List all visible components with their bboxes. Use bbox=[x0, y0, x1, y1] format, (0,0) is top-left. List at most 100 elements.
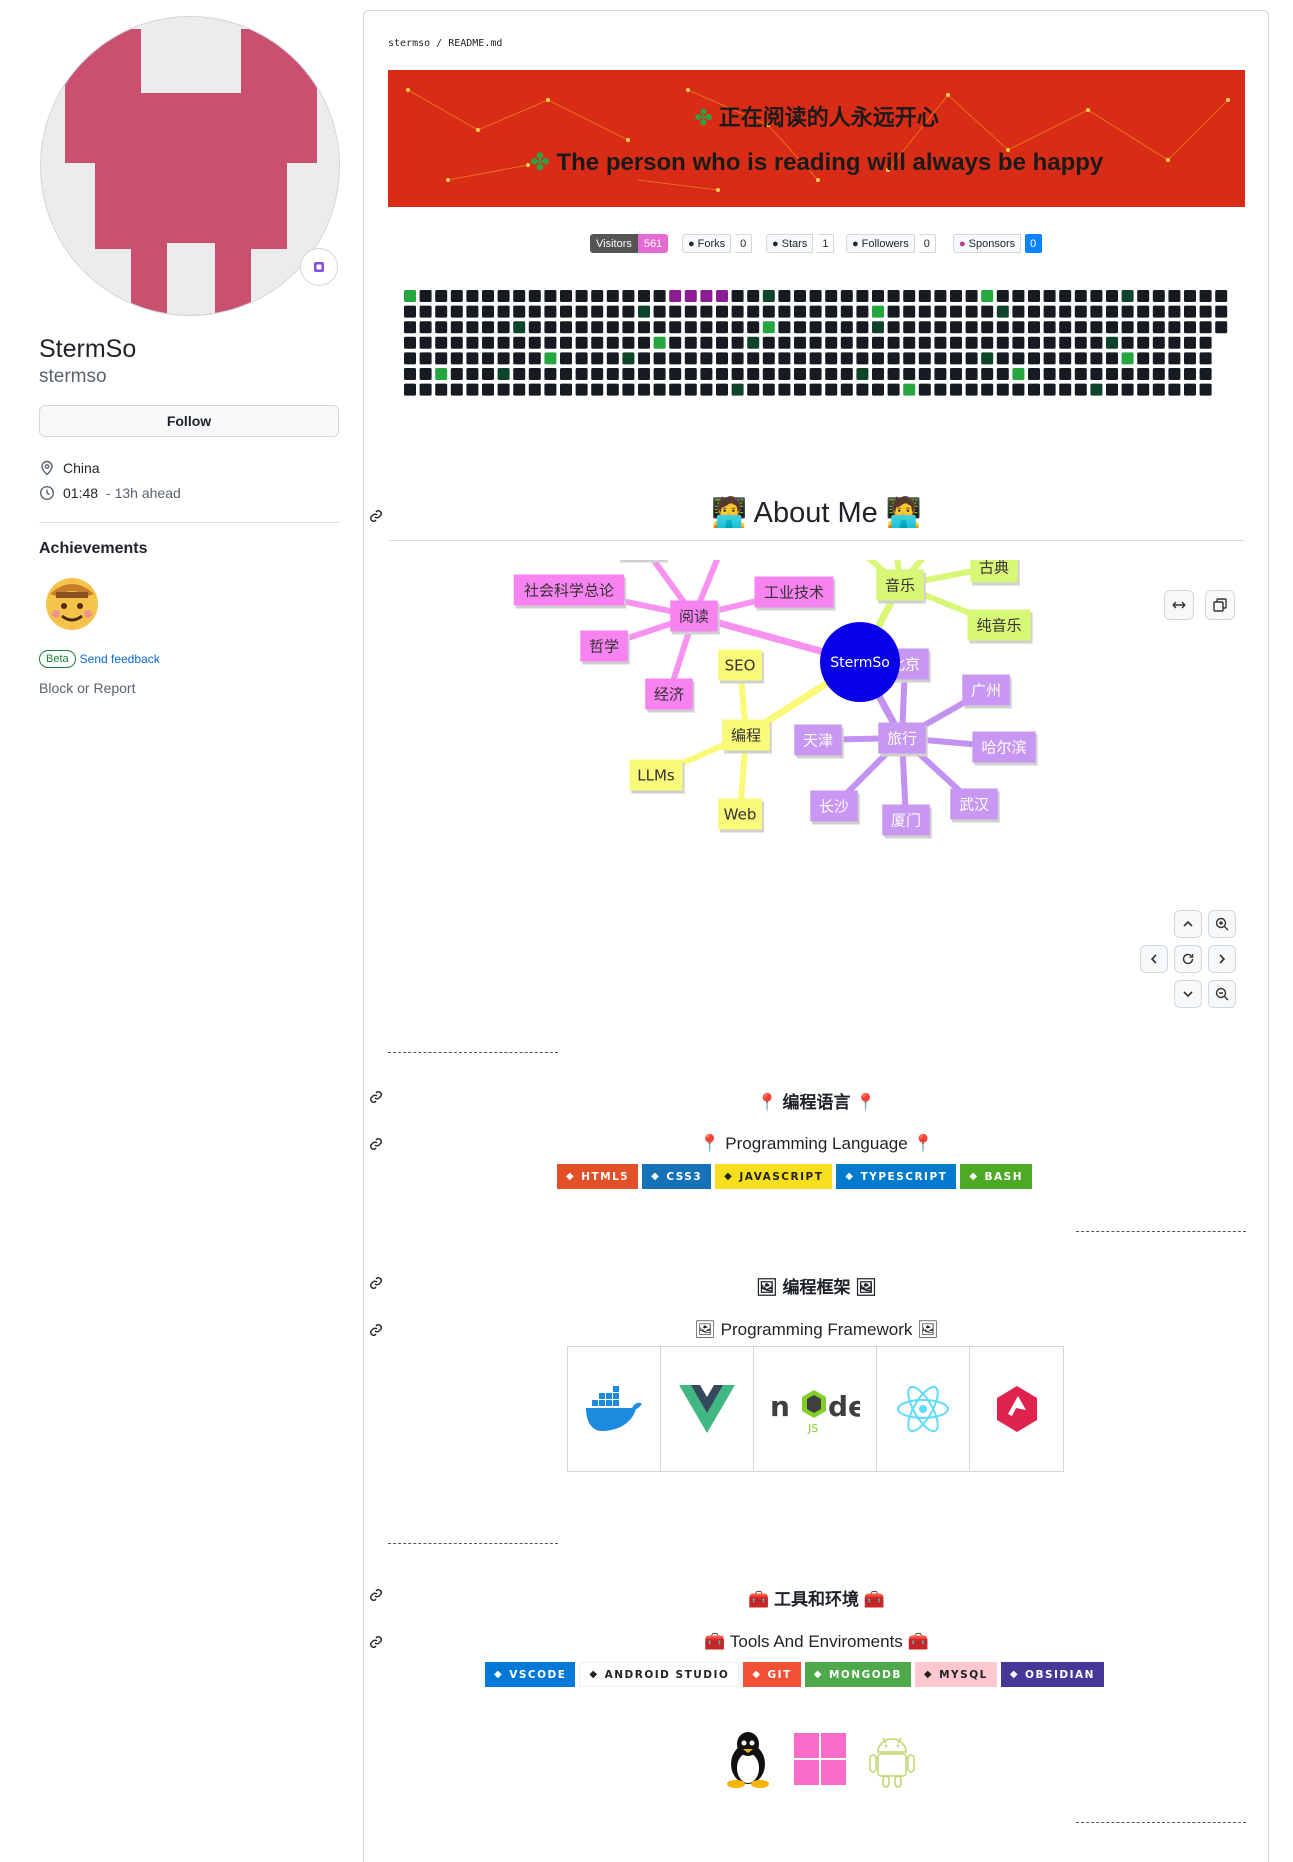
sponsors-badge[interactable]: ● Sponsors 0 bbox=[953, 234, 1043, 253]
contribution-cell bbox=[513, 352, 526, 365]
zoom-out-icon[interactable] bbox=[1208, 980, 1236, 1008]
mindmap-node[interactable]: LLMs bbox=[629, 759, 685, 794]
link-icon[interactable] bbox=[368, 1136, 384, 1152]
expand-icon[interactable] bbox=[1164, 590, 1194, 620]
mindmap-node-label: 纯音乐 bbox=[976, 616, 1021, 634]
contribution-cell bbox=[809, 305, 822, 318]
contribution-cell bbox=[497, 368, 510, 380]
send-feedback-link[interactable]: Send feedback bbox=[80, 652, 160, 666]
mindmap-node[interactable]: 经济 bbox=[645, 678, 695, 713]
mindmap-node[interactable]: 编程 bbox=[722, 719, 772, 754]
pan-right-icon[interactable] bbox=[1208, 945, 1236, 973]
readme-breadcrumb[interactable]: stermso / README.md bbox=[388, 38, 502, 49]
mindmap-node[interactable]: 哲学 bbox=[580, 630, 630, 665]
badge-android-studio[interactable]: ◆ ANDROID STUDIO bbox=[579, 1662, 740, 1687]
framed-picture-icon: 🖼 bbox=[694, 1320, 716, 1339]
docker-icon[interactable] bbox=[568, 1347, 661, 1471]
link-icon[interactable] bbox=[368, 508, 384, 524]
achievement-badge[interactable] bbox=[42, 572, 102, 632]
badge-html5[interactable]: ◆ HTML5 bbox=[557, 1164, 639, 1189]
stars-badge[interactable]: ● Stars 1 bbox=[766, 234, 835, 253]
mindmap-node[interactable]: 阅读 bbox=[670, 600, 720, 635]
contribution-cell bbox=[825, 352, 838, 365]
mindmap-node[interactable]: 广州 bbox=[962, 674, 1012, 709]
contribution-cell bbox=[1215, 321, 1228, 334]
forks-badge[interactable]: ● Forks 0 bbox=[682, 234, 753, 253]
badge-javascript[interactable]: ◆ JAVASCRIPT bbox=[715, 1164, 833, 1189]
mindmap-node[interactable]: SEO bbox=[718, 649, 764, 684]
contribution-cell bbox=[653, 383, 666, 396]
mindmap-node[interactable]: 古典 bbox=[970, 560, 1020, 586]
mindmap-node[interactable]: 长沙 bbox=[810, 790, 860, 825]
status-emoji-button[interactable] bbox=[300, 248, 338, 286]
mindmap-node[interactable]: 纯音乐 bbox=[967, 609, 1033, 644]
contribution-cell bbox=[1168, 321, 1181, 334]
contribution-cell bbox=[606, 383, 619, 396]
contribution-cell bbox=[560, 368, 572, 380]
contribution-cell bbox=[872, 383, 884, 396]
contribution-cell bbox=[466, 368, 479, 380]
mindmap-node[interactable]: 音乐 bbox=[876, 569, 926, 604]
vue-icon[interactable] bbox=[661, 1347, 754, 1471]
contribution-cell bbox=[856, 368, 869, 380]
contribution-cell bbox=[809, 336, 822, 349]
badge-mongodb[interactable]: ◆ MONGODB bbox=[804, 1662, 911, 1687]
contribution-cell bbox=[809, 321, 822, 334]
mindmap-node[interactable]: 武汉 bbox=[950, 788, 1000, 823]
badge-css3[interactable]: ◆ CSS3 bbox=[642, 1164, 712, 1189]
contribution-cell bbox=[1152, 352, 1165, 365]
reset-icon[interactable] bbox=[1174, 945, 1202, 973]
mindmap-node[interactable]: 哈尔滨 bbox=[972, 731, 1038, 766]
mindmap-node[interactable]: 厦门 bbox=[882, 804, 932, 839]
visitors-badge[interactable]: Visitors 561 bbox=[590, 234, 669, 253]
zoom-in-icon[interactable] bbox=[1208, 910, 1236, 938]
badge-mysql[interactable]: ◆ MYSQL bbox=[914, 1662, 997, 1687]
contribution-cell bbox=[622, 352, 635, 365]
mindmap-node[interactable]: 社会科学总论 bbox=[513, 574, 627, 609]
pan-up-icon[interactable] bbox=[1174, 910, 1202, 938]
link-icon[interactable] bbox=[368, 1275, 384, 1291]
android-icon[interactable] bbox=[866, 1730, 918, 1788]
contribution-cell bbox=[981, 352, 994, 365]
follow-button[interactable]: Follow bbox=[39, 405, 339, 437]
react-icon[interactable] bbox=[877, 1347, 970, 1471]
link-icon[interactable] bbox=[368, 1634, 384, 1650]
mindmap-node[interactable]: 工业技术 bbox=[754, 576, 836, 611]
badge-git[interactable]: ◆ GIT bbox=[743, 1662, 801, 1687]
block-report-link[interactable]: Block or Report bbox=[39, 680, 135, 696]
mindmap[interactable]: 思想政治法律社会科学总论工业技术哲学经济阅读摇滚流行说唱古典纯音乐音乐SEOLL… bbox=[388, 560, 1245, 1030]
badge-vscode[interactable]: ◆ VSCODE bbox=[485, 1662, 576, 1687]
mindmap-node[interactable]: Web bbox=[718, 798, 764, 833]
link-icon[interactable] bbox=[368, 1322, 384, 1338]
contribution-cell bbox=[1059, 305, 1072, 318]
pushpin-icon: 📍 bbox=[912, 1134, 934, 1153]
nestjs-icon[interactable] bbox=[970, 1347, 1063, 1471]
linux-icon[interactable] bbox=[722, 1730, 774, 1788]
mindmap-node[interactable]: 思想 bbox=[618, 560, 668, 563]
mindmap-node[interactable]: 天津 bbox=[794, 724, 844, 759]
contribution-cell bbox=[466, 336, 479, 349]
badge-bash[interactable]: ◆ BASH bbox=[960, 1164, 1033, 1189]
badge-typescript[interactable]: ◆ TYPESCRIPT bbox=[836, 1164, 957, 1189]
link-icon[interactable] bbox=[368, 1089, 384, 1105]
contribution-cell bbox=[716, 368, 728, 380]
contribution-cell bbox=[1137, 352, 1150, 365]
pan-left-icon[interactable] bbox=[1140, 945, 1168, 973]
badge-obsidian[interactable]: ◆ OBSIDIAN bbox=[1000, 1662, 1104, 1687]
windows-icon[interactable] bbox=[794, 1733, 846, 1785]
contribution-cell bbox=[638, 321, 650, 334]
contribution-cell bbox=[1059, 352, 1072, 365]
pan-down-icon[interactable] bbox=[1174, 980, 1202, 1008]
contribution-cell bbox=[918, 290, 931, 302]
mindmap-node-label: 天津 bbox=[803, 731, 833, 749]
avatar[interactable] bbox=[40, 16, 340, 316]
nodejs-icon[interactable]: n de JS bbox=[754, 1347, 877, 1471]
contribution-cell bbox=[669, 290, 682, 302]
contribution-cell bbox=[669, 336, 682, 349]
copy-icon[interactable] bbox=[1205, 590, 1235, 620]
contribution-cell bbox=[544, 336, 557, 349]
link-icon[interactable] bbox=[368, 1587, 384, 1603]
mindmap-node[interactable]: 旅行 bbox=[878, 722, 928, 757]
followers-badge[interactable]: ● Followers 0 bbox=[846, 234, 936, 253]
contribution-cell bbox=[950, 368, 962, 380]
